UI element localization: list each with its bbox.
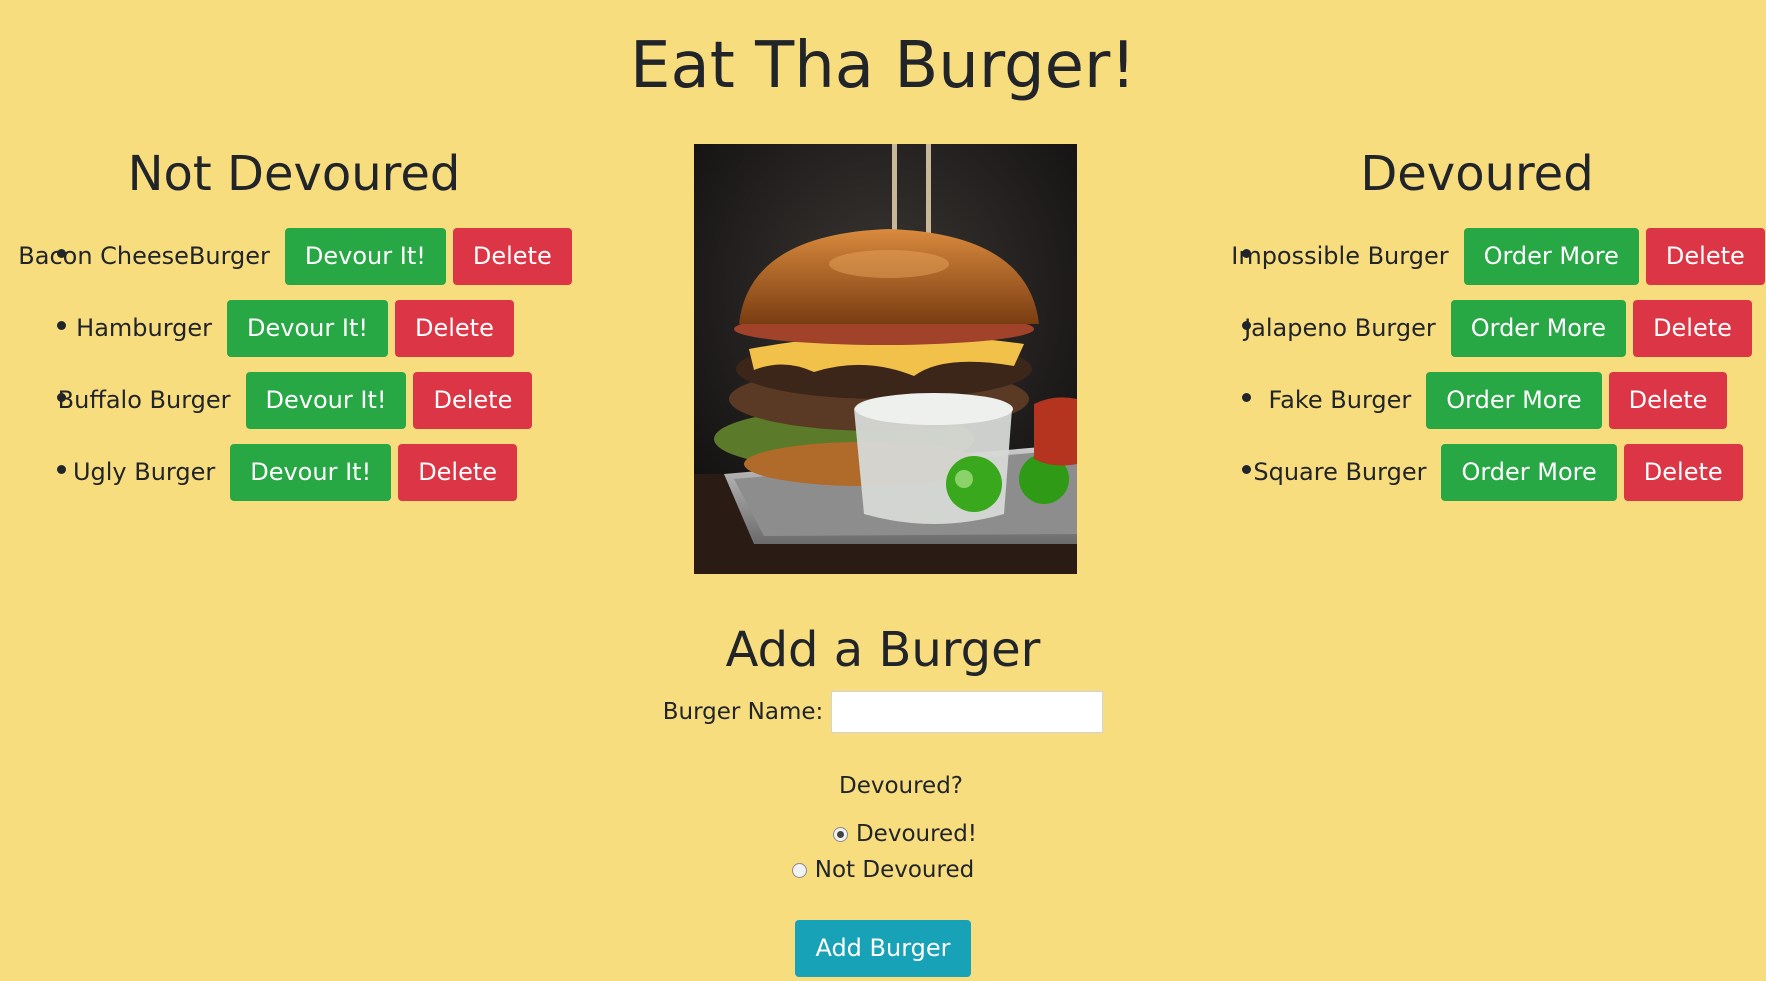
burger-name-label: Burger Name: — [662, 699, 824, 725]
list-item: Square Burger Order More Delete — [1230, 436, 1766, 508]
list-item: Bacon CheeseBurger Devour It! Delete — [0, 220, 590, 292]
bullet-icon — [1242, 321, 1251, 330]
devour-button[interactable]: Devour It! — [230, 443, 392, 501]
radio-unchecked-icon[interactable] — [791, 862, 807, 878]
burger-name: Buffalo Burger — [57, 386, 231, 414]
bullet-icon — [1242, 465, 1251, 474]
radio-checked-icon[interactable] — [832, 826, 848, 842]
order-more-button[interactable]: Order More — [1450, 299, 1627, 357]
burger-illustration — [694, 144, 1077, 574]
radio-label-devoured: Devoured! — [855, 821, 978, 847]
list-item: Impossible Burger Order More Delete — [1230, 220, 1766, 292]
burger-name: Jalapeno Burger — [1244, 314, 1436, 342]
devour-button[interactable]: Devour It! — [227, 299, 388, 357]
devoured-list: Impossible Burger Order More Delete Jala… — [1230, 220, 1766, 508]
add-burger-button[interactable]: Add Burger — [795, 920, 971, 977]
add-burger-button-wrap: Add Burger — [0, 920, 1766, 977]
devour-button[interactable]: Devour It! — [245, 371, 407, 429]
radio-label-not-devoured: Not Devoured — [814, 857, 975, 883]
burger-name: Square Burger — [1253, 458, 1427, 486]
burger-name: Hamburger — [76, 314, 213, 342]
devour-button[interactable]: Devour It! — [284, 227, 446, 285]
order-more-button[interactable]: Order More — [1441, 443, 1617, 501]
order-more-button[interactable]: Order More — [1463, 227, 1639, 285]
bullet-icon — [57, 465, 66, 474]
delete-button[interactable]: Delete — [413, 371, 533, 429]
burger-name-row: Burger Name: — [0, 691, 1766, 733]
delete-button[interactable]: Delete — [1645, 227, 1765, 285]
delete-button[interactable]: Delete — [452, 227, 572, 285]
devoured-question: Devoured? — [838, 773, 964, 799]
list-item: Hamburger Devour It! Delete — [0, 292, 590, 364]
bullet-icon — [1242, 249, 1251, 258]
bullet-icon — [57, 393, 66, 402]
burger-name: Impossible Burger — [1231, 242, 1449, 270]
burger-name-input[interactable] — [831, 691, 1104, 733]
list-item: Jalapeno Burger Order More Delete — [1230, 292, 1766, 364]
not-devoured-heading: Not Devoured — [127, 146, 461, 202]
delete-button[interactable]: Delete — [1623, 443, 1743, 501]
list-item: Ugly Burger Devour It! Delete — [0, 436, 590, 508]
burger-name: Fake Burger — [1268, 386, 1412, 414]
devoured-heading: Devoured — [1360, 146, 1594, 202]
bullet-icon — [1242, 393, 1251, 402]
page-title: Eat Tha Burger! — [630, 29, 1136, 103]
delete-button[interactable]: Delete — [1608, 371, 1728, 429]
burger-photo — [694, 144, 1077, 574]
radio-option-not-devoured[interactable]: Not Devoured — [0, 857, 1766, 883]
burger-name: Ugly Burger — [72, 458, 216, 486]
delete-button[interactable]: Delete — [398, 443, 518, 501]
not-devoured-list: Bacon CheeseBurger Devour It! Delete Ham… — [0, 220, 590, 508]
burger-name: Bacon CheeseBurger — [18, 242, 270, 270]
list-item: Fake Burger Order More Delete — [1230, 364, 1766, 436]
delete-button[interactable]: Delete — [394, 299, 514, 357]
order-more-button[interactable]: Order More — [1426, 371, 1602, 429]
list-item: Buffalo Burger Devour It! Delete — [0, 364, 590, 436]
add-burger-heading: Add a Burger — [725, 622, 1041, 678]
bullet-icon — [57, 321, 66, 330]
delete-button[interactable]: Delete — [1633, 299, 1752, 357]
bullet-icon — [57, 249, 66, 258]
radio-option-devoured[interactable]: Devoured! — [0, 821, 1766, 847]
